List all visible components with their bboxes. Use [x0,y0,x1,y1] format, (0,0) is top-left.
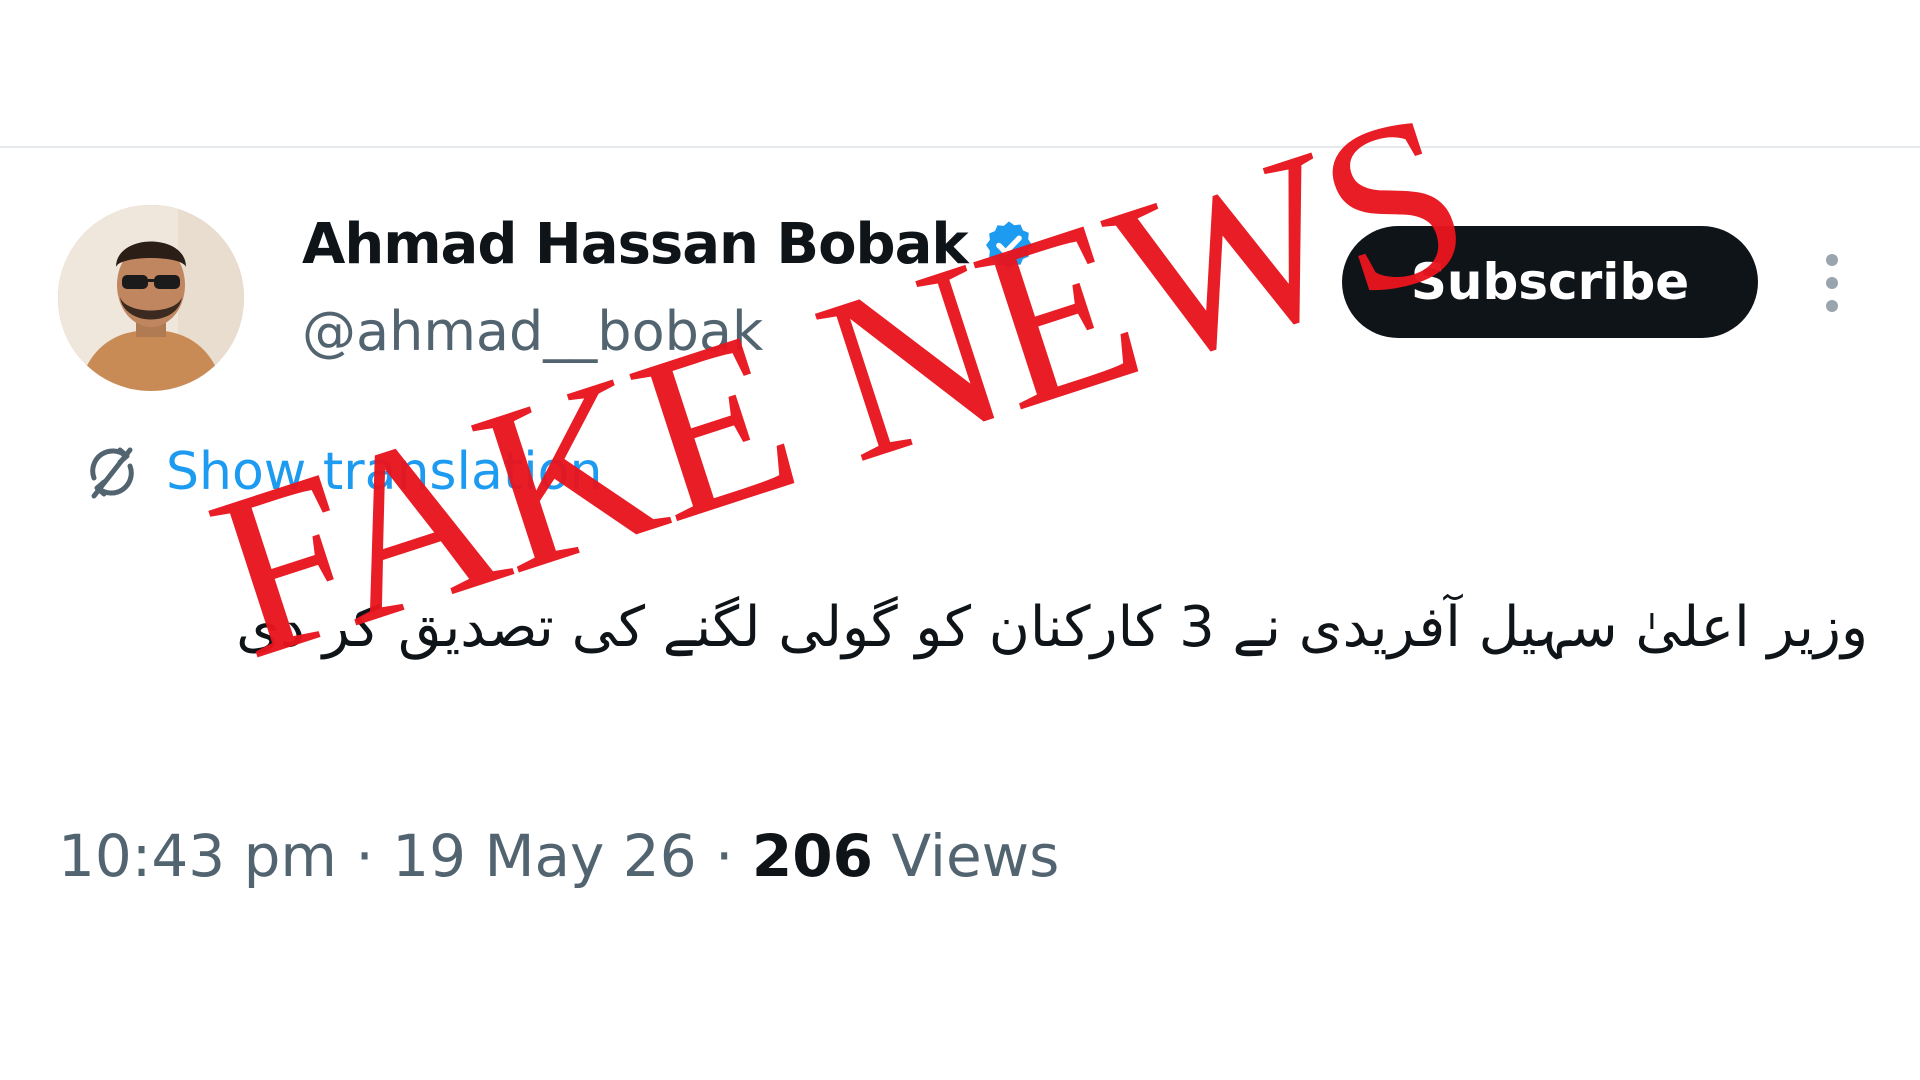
tweet-screenshot: Ahmad Hassan Bobak @ahmad__bobak Subscri… [0,0,1920,1080]
meta-separator-2: · [715,822,734,890]
views-label[interactable]: Views [891,822,1059,890]
avatar[interactable] [58,205,244,391]
tweet-date[interactable]: 19 May 26 [392,822,696,890]
tweet-time[interactable]: 10:43 pm [58,822,337,890]
divider [0,146,1920,148]
tweet-metadata: 10:43 pm · 19 May 26 · 206 Views [58,822,1059,890]
translate-icon [90,447,134,499]
meta-separator: · [355,822,374,890]
more-vertical-icon[interactable] [1814,250,1850,316]
views-count: 206 [751,822,873,890]
avatar-photo [58,205,244,391]
